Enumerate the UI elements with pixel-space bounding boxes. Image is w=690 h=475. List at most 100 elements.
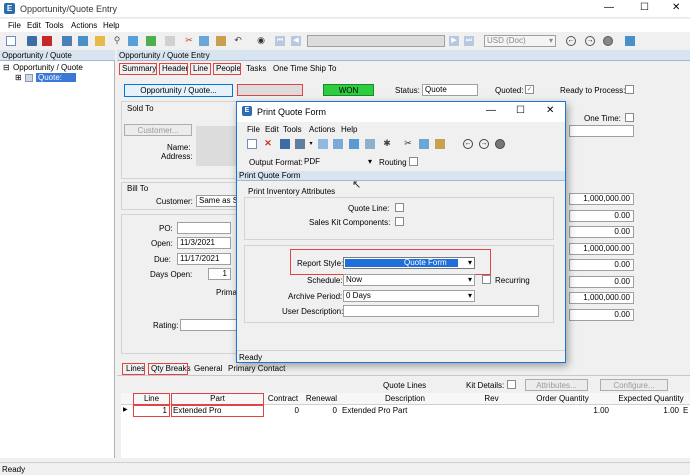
cell-contract[interactable]: 0 [264,405,302,416]
next-record-icon[interactable]: ▶ [449,36,459,46]
cell-rev[interactable] [470,405,513,416]
close-button[interactable]: ✕ [672,2,680,13]
dialog-menu-file[interactable]: File [247,125,260,134]
attach-icon[interactable]: ⚲ [112,35,122,45]
dialog-save-icon[interactable] [280,139,290,149]
dialog-email-icon[interactable] [349,139,359,149]
minimize-button[interactable]: — [604,2,614,13]
header-expected-quantity[interactable]: Expected Quantity [612,394,690,404]
prev-record-icon[interactable]: ◀ [291,36,301,46]
dialog-preview2-icon[interactable] [333,139,343,149]
header-description[interactable]: Description [340,394,470,404]
dialog-preview-icon[interactable] [318,139,328,149]
header-order-quantity[interactable]: Order Quantity [513,394,612,404]
binoculars-icon[interactable]: ◉ [256,35,266,45]
dialog-forward-icon[interactable]: → [479,139,489,149]
tree-root[interactable]: Opportunity / Quote [13,63,83,72]
record-navigator[interactable] [307,35,445,47]
schedule-select[interactable]: Now ▾ [343,274,475,286]
one-time-field[interactable] [569,125,634,137]
quoted-checkbox[interactable]: ✓ [525,85,534,94]
routing-checkbox[interactable] [409,157,418,166]
dialog-maximize-button[interactable]: ☐ [516,105,525,116]
dialog-delete-icon[interactable]: ✕ [263,138,273,148]
menu-help[interactable]: Help [103,21,119,30]
menu-file[interactable]: File [8,21,21,30]
dialog-stop-icon[interactable] [495,139,505,149]
header-contract[interactable]: Contract [264,394,302,404]
dialog-fax-icon[interactable] [365,139,375,149]
po-field[interactable] [177,222,231,234]
dialog-minimize-button[interactable]: — [486,105,496,116]
rating-field[interactable] [180,319,238,331]
undo-icon[interactable]: ↶ [233,35,243,45]
paste-icon[interactable] [216,36,226,46]
dialog-cut-icon[interactable]: ✂ [403,138,413,148]
kit-details-checkbox[interactable] [507,380,516,389]
tab-general[interactable]: General [192,364,224,375]
menu-actions[interactable]: Actions [71,21,97,30]
tab-one-time-ship-to[interactable]: One Time Ship To [271,64,338,75]
archive-period-select[interactable]: 0 Days ▾ [343,290,475,302]
tab-tasks[interactable]: Tasks [244,64,268,75]
quote-line-checkbox[interactable] [395,203,404,212]
print-icon[interactable] [62,36,72,46]
first-record-icon[interactable]: ⏮ [275,36,285,46]
ready-to-process-checkbox[interactable] [625,85,634,94]
cell-description[interactable]: Extended Pro Part [342,405,470,416]
tree-expand-icon[interactable]: ⊞ [15,73,22,82]
tab-primary-contact[interactable]: Primary Contact [226,364,287,375]
stop-icon[interactable] [603,36,613,46]
cell-renewal[interactable]: 0 [303,405,340,416]
header-renewal[interactable]: Renewal [303,394,340,404]
recurring-checkbox[interactable] [482,275,491,284]
configure-button[interactable]: Configure... [600,379,668,391]
quote-number-field[interactable] [237,84,303,96]
header-rev[interactable]: Rev [470,394,513,404]
customer-button[interactable]: Customer... [124,124,192,136]
dialog-new-icon[interactable] [247,139,257,149]
attributes-button[interactable]: Attributes... [525,379,588,391]
dialog-back-icon[interactable]: ← [463,139,473,149]
maximize-button[interactable]: ☐ [640,2,649,13]
dialog-paste-icon[interactable] [435,139,445,149]
bill-customer-field[interactable]: Same as So [196,195,238,207]
menu-tools[interactable]: Tools [45,21,64,30]
due-date-field[interactable]: 11/17/2021 [177,253,231,265]
tree-collapse-icon[interactable]: ⊟ [3,63,10,72]
cell-expected-quantity[interactable]: 1.00 [612,405,682,416]
new-icon[interactable] [6,36,16,46]
copy-icon[interactable] [128,36,138,46]
dialog-print-icon[interactable] [295,139,305,149]
currency-select[interactable]: USD (Doc) ▾ [484,35,556,47]
menu-edit[interactable]: Edit [27,21,41,30]
open-date-field[interactable]: 11/3/2021 [177,237,231,249]
opportunity-quote-button[interactable]: Opportunity / Quote... [124,84,233,97]
sales-kit-components-checkbox[interactable] [395,217,404,226]
dialog-menu-help[interactable]: Help [341,125,357,134]
dialog-menu-actions[interactable]: Actions [309,125,335,134]
folder-icon[interactable] [95,36,105,46]
last-record-icon[interactable]: ⏭ [464,36,474,46]
save-close-icon[interactable] [42,36,52,46]
dialog-settings-icon[interactable]: ✱ [382,138,392,148]
customer-icon[interactable] [78,36,88,46]
dialog-menu-edit[interactable]: Edit [265,125,279,134]
copy2-icon[interactable] [199,36,209,46]
one-time-checkbox[interactable] [625,113,634,122]
save-icon[interactable] [27,36,37,46]
refresh-icon[interactable] [146,36,156,46]
forward-icon[interactable]: → [585,36,595,46]
back-icon[interactable]: ← [566,36,576,46]
dialog-menu-tools[interactable]: Tools [283,125,302,134]
user-description-field[interactable] [343,305,539,317]
tree-quote-node[interactable]: Quote: [36,73,77,82]
dialog-print-dropdown-icon[interactable]: ▾ [306,139,316,149]
cut-icon[interactable]: ✂ [184,35,194,45]
dialog-copy-icon[interactable] [419,139,429,149]
eraser-icon[interactable] [165,36,175,46]
home-icon[interactable] [625,36,635,46]
row-selector-icon[interactable]: ▶ [123,405,128,416]
cell-order-quantity[interactable]: 1.00 [513,405,612,416]
dialog-close-button[interactable]: ✕ [546,105,554,116]
